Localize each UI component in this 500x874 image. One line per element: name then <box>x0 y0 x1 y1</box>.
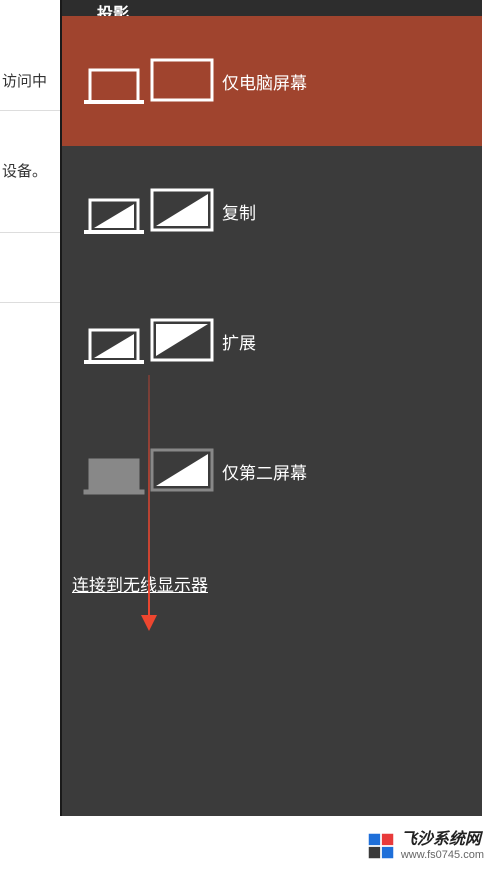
option-label: 仅电脑屏幕 <box>222 69 307 94</box>
watermark-title: 飞沙系统网 <box>401 830 484 849</box>
option-label: 扩展 <box>222 329 256 354</box>
wireless-display-link[interactable]: 连接到无线显示器 <box>72 571 208 596</box>
project-option-extend[interactable]: 扩展 <box>62 276 482 406</box>
pc-screen-only-icon <box>82 56 217 106</box>
project-option-second-only[interactable]: 仅第二屏幕 <box>62 406 482 536</box>
divider <box>0 302 60 303</box>
project-panel: 投影 仅电脑屏幕 <box>60 0 482 816</box>
project-option-pc-only[interactable]: 仅电脑屏幕 <box>62 16 482 146</box>
duplicate-icon <box>82 186 217 236</box>
divider <box>0 110 60 111</box>
bg-text-truncated-2: 设备。 <box>2 160 47 181</box>
extend-icon <box>82 316 217 366</box>
watermark-url: www.fs0745.com <box>401 849 484 862</box>
panel-title: 投影 <box>62 0 482 16</box>
option-label: 复制 <box>222 199 256 224</box>
divider <box>0 232 60 233</box>
second-screen-only-icon <box>82 446 217 496</box>
watermark-logo-icon <box>367 832 395 860</box>
project-option-duplicate[interactable]: 复制 <box>62 146 482 276</box>
background-settings: 访问中 设备。 <box>0 0 60 874</box>
bg-text-truncated-1: 访问中 <box>2 70 47 91</box>
watermark: 飞沙系统网 www.fs0745.com <box>359 826 492 866</box>
option-label: 仅第二屏幕 <box>222 459 307 484</box>
